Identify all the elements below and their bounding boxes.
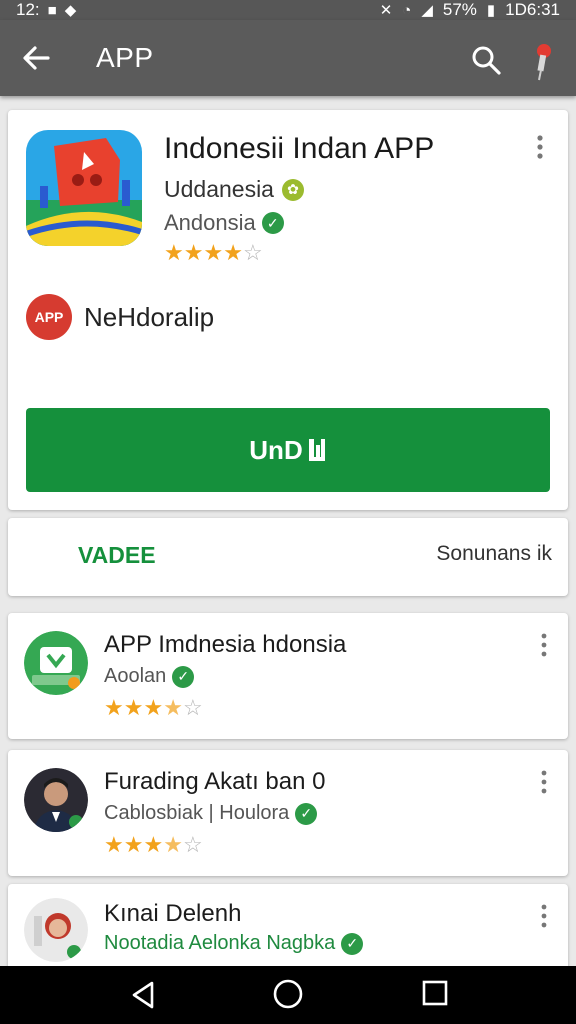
star-icon: ★ — [203, 240, 224, 265]
signal-icon: ◢ — [421, 2, 433, 19]
more-vert-icon[interactable] — [536, 768, 552, 796]
related-app-icon — [24, 631, 88, 695]
developer-line: Uddanesia ✿ — [164, 176, 304, 203]
related-app-avatar — [24, 898, 88, 962]
related-app-sub-line: Cablosbiak | Houlora ✓ — [104, 802, 318, 825]
app-detail-card: Indonesii Indan APP Uddanesia ✿ Andonsia… — [8, 110, 568, 510]
related-app-sub-line: Nootadia Aelonka Nagbka ✓ — [104, 932, 364, 955]
star-half-icon: ★ — [163, 832, 183, 857]
more-vert-icon[interactable] — [530, 132, 550, 162]
tab-left[interactable]: VADEE — [78, 542, 156, 569]
status-clock: 1D6:31 — [505, 0, 560, 19]
tabs-card: VADEE Sonunans ik — [8, 518, 568, 596]
star-icon: ★ — [183, 240, 204, 265]
download-icon — [308, 439, 325, 461]
pin-icon[interactable] — [530, 42, 554, 82]
star-icon: ★ — [143, 832, 164, 857]
star-icon: ★ — [143, 695, 164, 720]
related-app-rating: ★★★★☆ — [104, 834, 203, 857]
list-item[interactable]: APP Imdnesia hdonsia Aoolan ✓ ★★★★☆ — [8, 613, 568, 739]
related-app-name: Kınai Delenh — [104, 900, 242, 927]
related-app-developer: Aoolan — [104, 665, 167, 687]
star-empty-icon: ☆ — [182, 695, 203, 720]
nav-back-icon[interactable] — [128, 980, 158, 1010]
install-button[interactable]: UnD — [26, 408, 550, 492]
related-app-developer: Cablosbiak | Houlora — [104, 802, 290, 824]
battery-icon: ▮ — [486, 2, 496, 19]
related-app-sub-line: Aoolan ✓ — [104, 665, 195, 688]
notification-icon: ■ — [47, 1, 57, 19]
star-icon: ★ — [164, 240, 184, 265]
list-item[interactable]: Furading Akatı ban 0 Cablosbiak | Houlor… — [8, 750, 568, 876]
star-icon: ★ — [123, 695, 144, 720]
star-icon: ★ — [104, 695, 124, 720]
nav-recents-icon[interactable] — [422, 980, 448, 1006]
verified-icon: ✓ — [172, 665, 195, 688]
more-vert-icon[interactable] — [536, 631, 552, 659]
back-arrow-icon[interactable] — [18, 40, 54, 76]
star-icon: ★ — [104, 832, 124, 857]
related-app-avatar — [24, 768, 88, 832]
award-icon: ✿ — [281, 178, 304, 201]
app-rating: ★★★★☆ — [164, 242, 263, 265]
related-app-name: Furading Akatı ban 0 — [104, 768, 326, 795]
related-app-developer: Nootadia Aelonka Nagbka — [104, 932, 336, 954]
status-bar: 12: ■ ◆ ✕ ◔ ◢ 57% ▮ 1D6:31 — [0, 0, 576, 20]
nav-home-icon[interactable] — [272, 978, 304, 1010]
more-vert-icon[interactable] — [536, 902, 552, 930]
install-button-label: UnD — [249, 434, 303, 465]
app-title: Indonesii Indan APP — [164, 132, 435, 165]
verified-icon: ✓ — [261, 212, 284, 234]
app-category[interactable]: Andonsia — [164, 210, 256, 236]
star-icon: ★ — [223, 240, 243, 265]
star-half-icon: ★ — [163, 695, 183, 720]
mute-icon: ✕ — [379, 2, 393, 19]
star-empty-icon: ☆ — [182, 832, 203, 857]
battery-percent: 57% — [442, 0, 477, 19]
star-empty-icon: ☆ — [242, 240, 263, 265]
maker-badge: APP — [26, 294, 72, 340]
wifi-icon: ◔ — [402, 1, 412, 19]
related-app-rating: ★★★★☆ — [104, 697, 203, 720]
verified-icon: ✓ — [341, 932, 364, 955]
app-bar: APP — [0, 20, 576, 96]
related-app-name: APP Imdnesia hdonsia — [104, 631, 347, 658]
app-bar-title: APP — [96, 42, 154, 73]
maker-label: NeHdoralip — [84, 301, 215, 332]
developer-name[interactable]: Uddanesia — [164, 176, 274, 203]
app-icon[interactable] — [26, 130, 142, 246]
shield-notification-icon: ◆ — [64, 2, 77, 19]
status-time-left: 12: — [16, 0, 40, 19]
category-line: Andonsia ✓ — [164, 210, 284, 236]
tab-right[interactable]: Sonunans ik — [436, 542, 552, 566]
maker-row[interactable]: APP NeHdoralip — [26, 294, 214, 340]
star-icon: ★ — [123, 832, 144, 857]
list-item[interactable]: Kınai Delenh Nootadia Aelonka Nagbka ✓ — [8, 884, 568, 974]
verified-icon: ✓ — [295, 802, 318, 825]
search-icon[interactable] — [468, 42, 504, 78]
system-nav-bar — [0, 966, 576, 1024]
